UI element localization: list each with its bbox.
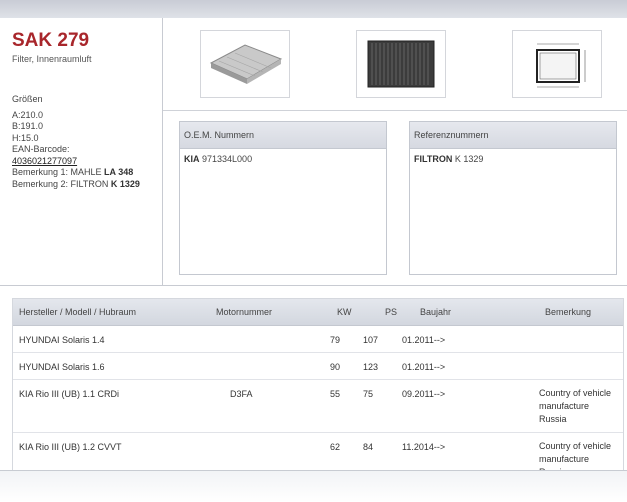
kw-cell: 90 xyxy=(330,362,341,372)
ean-barcode-link[interactable]: 4036021277097 xyxy=(12,156,152,168)
remark-cell: Country of vehicle manufacture Russia xyxy=(539,441,612,471)
remark-2: Bemerkung 2: FILTRON K 1329 xyxy=(12,179,152,191)
dimension-b: B:191.0 xyxy=(12,121,44,131)
remark-1-value: LA 348 xyxy=(104,167,134,177)
year-cell: 01.2011--> xyxy=(402,335,446,345)
dimension-a: A:210.0 xyxy=(12,109,44,120)
window-bottom-frame xyxy=(0,470,627,502)
column-header-year[interactable]: Baujahr xyxy=(420,307,451,317)
column-header-kw[interactable]: KW xyxy=(337,307,352,317)
reference-brand: FILTRON xyxy=(414,154,453,164)
reference-numbers-heading: Referenznummern xyxy=(410,122,616,149)
column-header-engine[interactable]: Motornummer xyxy=(216,307,272,317)
table-header: Hersteller / Modell / Hubraum Motornumme… xyxy=(13,299,623,326)
oem-brand: KIA xyxy=(184,154,200,164)
kw-cell: 79 xyxy=(330,335,341,345)
column-header-vehicle[interactable]: Hersteller / Modell / Hubraum xyxy=(19,307,136,317)
product-specs: Größen A:210.0 B:191.0 H:15.0 EAN-Barcod… xyxy=(12,94,152,190)
reference-numbers-box: Referenznummern FILTRON K 1329 xyxy=(409,121,617,275)
kw-cell: 55 xyxy=(330,389,341,399)
product-info-panel: SAK 279 Filter, Innenraumluft Größen A:2… xyxy=(0,18,163,285)
reference-numbers-area: O.E.M. Nummern KIA 971334L000 Referenznu… xyxy=(163,111,627,285)
table-row[interactable]: KIA Rio III (UB) 1.1 CRDi D3FA 55 75 09.… xyxy=(13,380,623,433)
table-row[interactable]: HYUNDAI Solaris 1.4 79 107 01.2011--> xyxy=(13,326,623,353)
reference-number-row: FILTRON K 1329 xyxy=(410,149,616,169)
window-top-frame xyxy=(0,0,627,18)
year-cell: 09.2011--> xyxy=(402,389,446,399)
oem-numbers-box: O.E.M. Nummern KIA 971334L000 xyxy=(179,121,387,275)
kw-cell: 62 xyxy=(330,442,341,452)
remark-cell: Country of vehicle manufacture Russia xyxy=(539,388,612,424)
year-cell: 01.2011--> xyxy=(402,362,446,372)
filter-dimension-drawing[interactable] xyxy=(512,30,602,98)
ps-cell: 123 xyxy=(363,362,379,372)
ean-label: EAN-Barcode: xyxy=(12,144,70,154)
table-row[interactable]: HYUNDAI Solaris 1.6 90 123 01.2011--> xyxy=(13,353,623,380)
oem-number-row: KIA 971334L000 xyxy=(180,149,386,169)
ps-cell: 75 xyxy=(363,389,374,399)
vehicle-cell: HYUNDAI Solaris 1.4 xyxy=(19,335,105,345)
column-header-remark[interactable]: Bemerkung xyxy=(545,307,591,317)
section-divider xyxy=(0,285,627,298)
product-code: SAK 279 xyxy=(12,30,90,51)
ps-cell: 107 xyxy=(363,335,379,345)
product-images xyxy=(163,18,627,111)
vehicle-cell: KIA Rio III (UB) 1.2 CVVT xyxy=(19,442,122,452)
table-row[interactable]: KIA Rio III (UB) 1.2 CVVT 62 84 11.2014-… xyxy=(13,433,623,471)
vehicle-applications-table: Hersteller / Modell / Hubraum Motornumme… xyxy=(12,298,624,472)
product-subtitle: Filter, Innenraumluft xyxy=(12,54,92,64)
oem-number[interactable]: 971334L000 xyxy=(202,154,252,164)
vehicle-cell: KIA Rio III (UB) 1.1 CRDi xyxy=(19,389,120,399)
remark-1: Bemerkung 1: MAHLE LA 348 xyxy=(12,167,152,179)
engine-cell: D3FA xyxy=(230,389,253,399)
vehicle-cell: HYUNDAI Solaris 1.6 xyxy=(19,362,105,372)
reference-number[interactable]: K 1329 xyxy=(455,154,484,164)
column-header-ps[interactable]: PS xyxy=(385,307,397,317)
year-cell: 11.2014--> xyxy=(402,442,446,452)
oem-numbers-heading: O.E.M. Nummern xyxy=(180,122,386,149)
filter-top-view-image[interactable] xyxy=(356,30,446,98)
remark-2-text: Bemerkung 2: FILTRON xyxy=(12,178,111,189)
sizes-heading: Größen xyxy=(12,94,43,104)
filter-side-view-image[interactable] xyxy=(200,30,290,98)
dimension-h: H:15.0 xyxy=(12,132,39,143)
ps-cell: 84 xyxy=(363,442,374,452)
remark-1-text: Bemerkung 1: MAHLE xyxy=(12,167,105,177)
remark-2-value: K 1329 xyxy=(110,178,140,189)
